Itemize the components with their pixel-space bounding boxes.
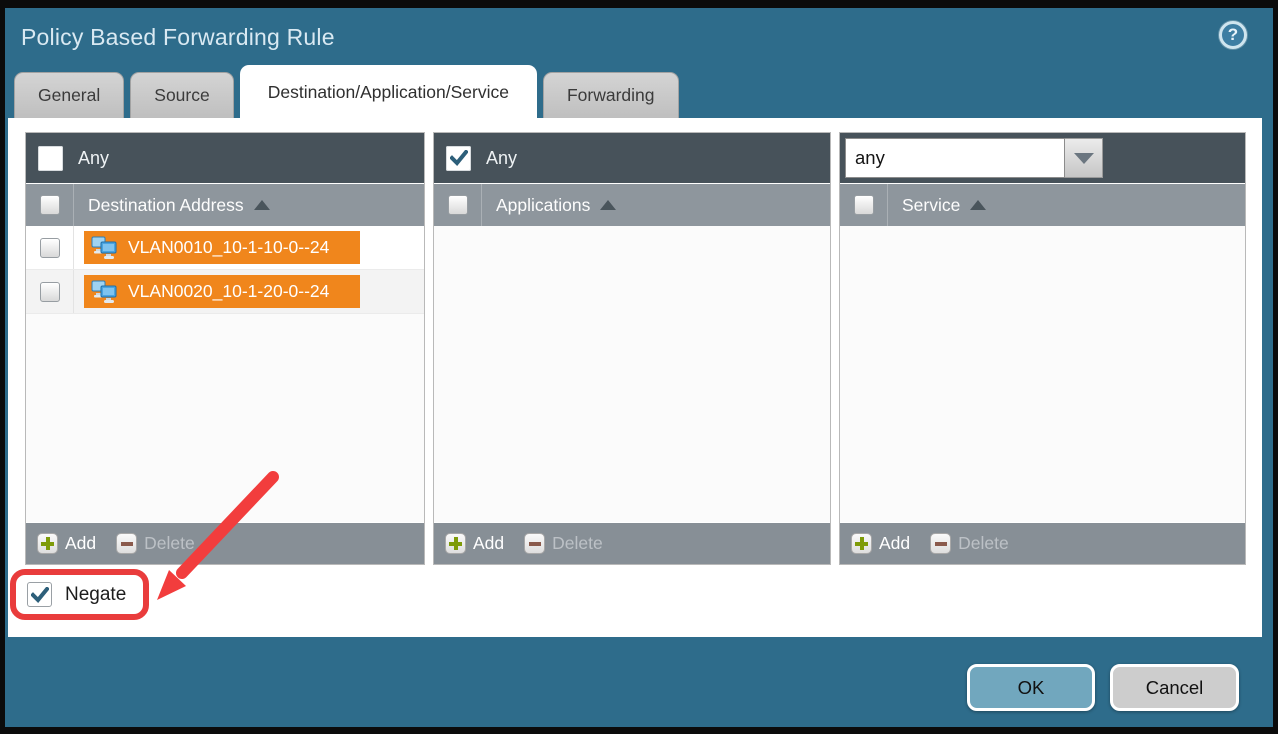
service-list (840, 226, 1245, 522)
add-button[interactable]: Add (851, 533, 910, 554)
address-chip: VLAN0020_10-1-20-0--24 (84, 275, 360, 308)
destination-any-label: Any (78, 148, 109, 169)
add-button[interactable]: Add (445, 533, 504, 554)
service-header-label: Service (902, 195, 960, 216)
dropdown-value: any (845, 138, 1065, 178)
destination-any-checkbox[interactable] (38, 146, 63, 171)
service-dropdown[interactable]: any (845, 138, 1103, 178)
negate-label: Negate (65, 584, 126, 606)
destination-footer: Add Delete (26, 522, 424, 564)
address-row[interactable]: VLAN0010_10-1-10-0--24 (26, 226, 424, 270)
tab-general[interactable]: General (14, 72, 124, 118)
row-checkbox[interactable] (40, 238, 60, 258)
applications-list (434, 226, 830, 522)
destination-list: VLAN0010_10-1-10-0--24 (26, 226, 424, 522)
checkmark-icon (31, 587, 49, 603)
negate-checkbox[interactable] (27, 582, 52, 607)
row-checkbox[interactable] (40, 282, 60, 302)
delete-label: Delete (552, 533, 603, 554)
plus-icon (851, 533, 872, 554)
address-label: VLAN0020_10-1-20-0--24 (128, 281, 329, 302)
action-bar: OK Cancel (5, 637, 1273, 727)
applications-header-row: Applications (434, 183, 830, 226)
delete-button[interactable]: Delete (116, 533, 195, 554)
add-label: Add (879, 533, 910, 554)
destination-header-label: Destination Address (88, 195, 244, 216)
add-label: Add (65, 533, 96, 554)
applications-any-label: Any (486, 148, 517, 169)
page-title: Policy Based Forwarding Rule (21, 24, 335, 51)
checkmark-icon (450, 150, 468, 166)
destination-any-bar: Any (26, 133, 424, 183)
tab-source[interactable]: Source (130, 72, 233, 118)
minus-icon (524, 533, 545, 554)
applications-selectall-cell (434, 184, 482, 226)
service-selectall-cell (840, 184, 888, 226)
tab-destination-application-service[interactable]: Destination/Application/Service (240, 65, 537, 118)
destination-selectall-checkbox[interactable] (40, 195, 60, 215)
tab-content-panel: Any Destination Address (8, 118, 1262, 637)
address-row[interactable]: VLAN0020_10-1-20-0--24 (26, 270, 424, 314)
applications-any-bar: Any (434, 133, 830, 183)
plus-icon (37, 533, 58, 554)
applications-selectall-checkbox[interactable] (448, 195, 468, 215)
delete-label: Delete (958, 533, 1009, 554)
service-column: any Service (839, 132, 1246, 565)
columns-row: Any Destination Address (25, 132, 1246, 565)
service-dropdown-bar: any (840, 133, 1245, 183)
row-checkbox-cell (26, 270, 74, 313)
delete-button[interactable]: Delete (524, 533, 603, 554)
service-header-row: Service (840, 183, 1245, 226)
address-chip: VLAN0010_10-1-10-0--24 (84, 231, 360, 264)
applications-header-label: Applications (496, 195, 590, 216)
policy-forwarding-dialog: Policy Based Forwarding Rule ? General S… (5, 8, 1273, 727)
applications-column: Any Applications Add (433, 132, 831, 565)
applications-any-checkbox[interactable] (446, 146, 471, 171)
chevron-down-icon (1074, 153, 1094, 164)
cancel-button[interactable]: Cancel (1110, 664, 1239, 711)
add-label: Add (473, 533, 504, 554)
delete-label: Delete (144, 533, 195, 554)
tab-strip: General Source Destination/Application/S… (5, 66, 1273, 118)
destination-header-row: Destination Address (26, 183, 424, 226)
minus-icon (930, 533, 951, 554)
service-selectall-checkbox[interactable] (854, 195, 874, 215)
service-footer: Add Delete (840, 522, 1245, 564)
delete-button[interactable]: Delete (930, 533, 1009, 554)
network-icon (91, 280, 119, 304)
dropdown-button[interactable] (1065, 138, 1103, 178)
sort-asc-icon (970, 200, 986, 210)
applications-footer: Add Delete (434, 522, 830, 564)
tab-forwarding[interactable]: Forwarding (543, 72, 679, 118)
applications-column-header[interactable]: Applications (496, 195, 616, 216)
sort-asc-icon (254, 200, 270, 210)
red-highlight-box: Negate (10, 569, 149, 620)
row-checkbox-cell (26, 226, 74, 269)
address-label: VLAN0010_10-1-10-0--24 (128, 237, 329, 258)
destination-column-header[interactable]: Destination Address (88, 195, 270, 216)
title-bar: Policy Based Forwarding Rule ? (5, 8, 1273, 66)
destination-selectall-cell (26, 184, 74, 226)
add-button[interactable]: Add (37, 533, 96, 554)
plus-icon (445, 533, 466, 554)
destination-column: Any Destination Address (25, 132, 425, 565)
help-icon[interactable]: ? (1219, 21, 1247, 49)
minus-icon (116, 533, 137, 554)
sort-asc-icon (600, 200, 616, 210)
ok-button[interactable]: OK (967, 664, 1095, 711)
service-column-header[interactable]: Service (902, 195, 986, 216)
network-icon (91, 236, 119, 260)
